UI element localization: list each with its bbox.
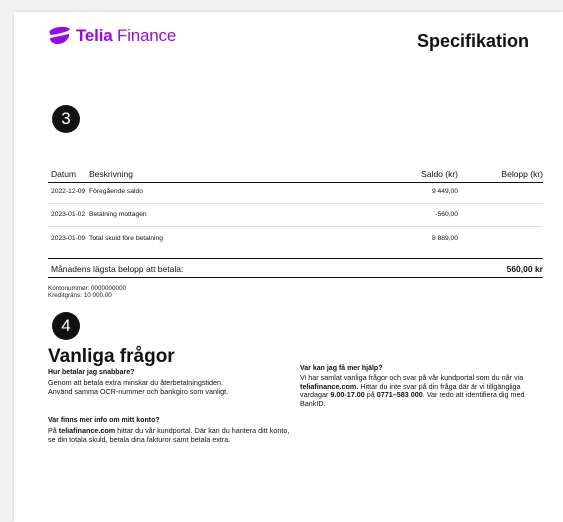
column-saldo: Saldo (kr) (421, 169, 458, 179)
telia-finance-logo: Telia Finance (48, 26, 176, 46)
table-row: 2023-01-02 Betalning mottagen -560,00 (48, 211, 543, 223)
minimum-payment-label: Månadens lägsta belopp att betala: (51, 264, 184, 274)
minimum-payment-amount: 560,00 kr (506, 264, 543, 274)
table-row: 2022-12-09 Föregående saldo 9 449,00 (48, 188, 543, 200)
row-description: Total skuld före betalning (89, 235, 163, 242)
faq-question-2: Var finns mer info om mitt konto? (48, 417, 160, 424)
brand-secondary: Finance (117, 26, 177, 45)
column-date: Datum (51, 169, 77, 179)
row-saldo: -560,00 (435, 211, 458, 218)
statement-page: Telia Finance Specifikation 3 Datum Besk… (14, 12, 563, 522)
row-divider (48, 226, 543, 227)
faq-question-1: Hur betalar jag snabbare? (48, 369, 135, 376)
faq-question-3: Var kan jag få mer hjälp? (300, 365, 383, 372)
row-saldo: 9 449,00 (431, 188, 458, 195)
brand-name: Telia Finance (76, 26, 176, 46)
faq-answer-1: Genom att betala extra minskar du återbe… (48, 378, 229, 396)
faq-title: Vanliga frågor (48, 346, 175, 367)
credit-limit: Kreditgräns: 10 000,00 (48, 292, 112, 299)
table-row: 2023-01-09 Total skuld före betalning 8 … (48, 235, 543, 247)
row-description: Föregående saldo (89, 188, 143, 195)
phone-number[interactable]: 0771–583 000 (377, 390, 423, 399)
step-badge-4: 4 (52, 312, 80, 340)
row-date: 2023-01-09 (51, 235, 86, 242)
telia-pebble-icon (49, 26, 70, 45)
faq-answer-3: Vi har samlat vanliga frågor och svar på… (300, 373, 545, 408)
row-divider (48, 203, 543, 204)
header-divider (48, 182, 543, 183)
step-badge-3: 3 (52, 105, 80, 133)
brand-primary: Telia (76, 26, 113, 45)
row-saldo: 8 889,00 (431, 235, 458, 242)
page-title: Specifikation (416, 31, 529, 51)
row-date: 2023-01-02 (51, 211, 86, 218)
table-header: Datum Beskrivning Saldo (kr) Belopp (kr) (48, 169, 543, 183)
row-description: Betalning mottagen (89, 211, 147, 218)
summary-divider-bottom (48, 277, 543, 278)
column-belopp: Belopp (kr) (501, 169, 543, 179)
opening-hours: 9.00-17.00 (330, 390, 365, 400)
account-number: Kontonummer: 0000000000 (48, 285, 127, 292)
faq-answer-3-mid2: på (364, 390, 377, 400)
summary-divider-top (48, 258, 543, 259)
column-description: Beskrivning (89, 169, 133, 179)
faq-answer-2: På teliafinance.com hittar du vår kundpo… (48, 426, 298, 444)
row-date: 2022-12-09 (51, 188, 86, 195)
